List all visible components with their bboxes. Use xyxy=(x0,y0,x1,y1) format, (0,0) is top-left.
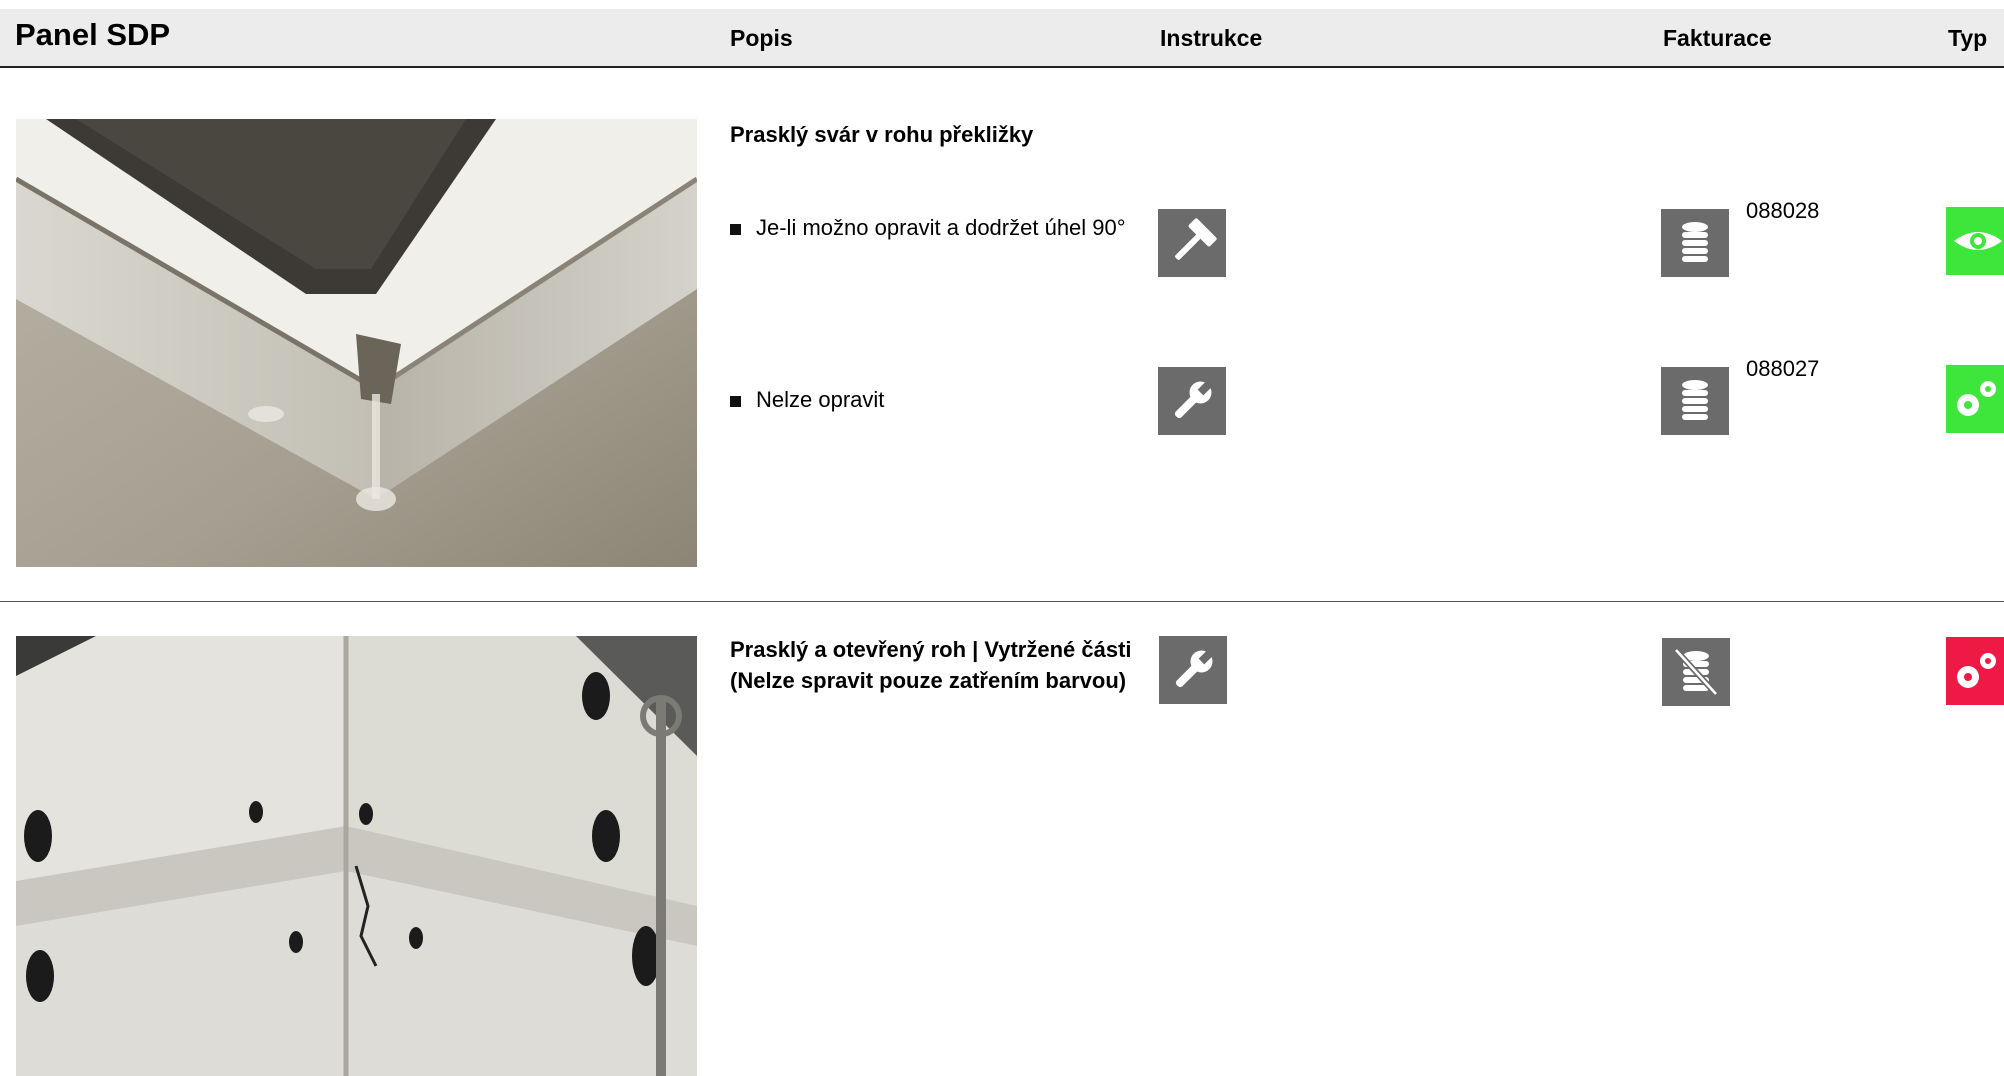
row-divider xyxy=(0,601,2004,602)
column-header-typ: Typ xyxy=(1948,25,1988,51)
wrench-icon xyxy=(1158,367,1226,435)
gears-icon xyxy=(1946,637,2004,705)
damage-photo-open-corner xyxy=(16,636,697,1076)
bullet-marker xyxy=(730,396,741,407)
column-header-popis: Popis xyxy=(730,25,793,51)
defect-heading: Prasklý svár v rohu překližky xyxy=(730,122,1034,147)
defect-heading: Prasklý a otevřený roh | Vytržené části … xyxy=(730,637,1132,693)
item-text: Nelze opravit xyxy=(756,387,885,412)
wrench-icon xyxy=(1159,636,1227,704)
coins-icon xyxy=(1661,367,1729,435)
list-item: Je-li možno opravit a dodržet úhel 90° xyxy=(730,212,1156,243)
hammer-icon xyxy=(1158,209,1226,277)
table-header: Panel SDP Popis Instrukce Fakturace Typ xyxy=(0,9,2004,68)
coins-icon xyxy=(1661,209,1729,277)
no-coins-icon xyxy=(1662,638,1730,706)
item-text: Je-li možno opravit a dodržet úhel 90° xyxy=(756,215,1126,240)
list-item: Nelze opravit xyxy=(730,384,1156,415)
gears-icon xyxy=(1946,365,2004,433)
billing-code: 088027 xyxy=(1746,356,1820,381)
page-title: Panel SDP xyxy=(15,17,171,52)
column-header-fakturace: Fakturace xyxy=(1663,25,1772,51)
damage-photo-weld-crack xyxy=(16,119,697,567)
column-header-instrukce: Instrukce xyxy=(1160,25,1263,51)
bullet-marker xyxy=(730,224,741,235)
eye-icon xyxy=(1946,207,2004,275)
billing-code: 088028 xyxy=(1746,198,1820,223)
